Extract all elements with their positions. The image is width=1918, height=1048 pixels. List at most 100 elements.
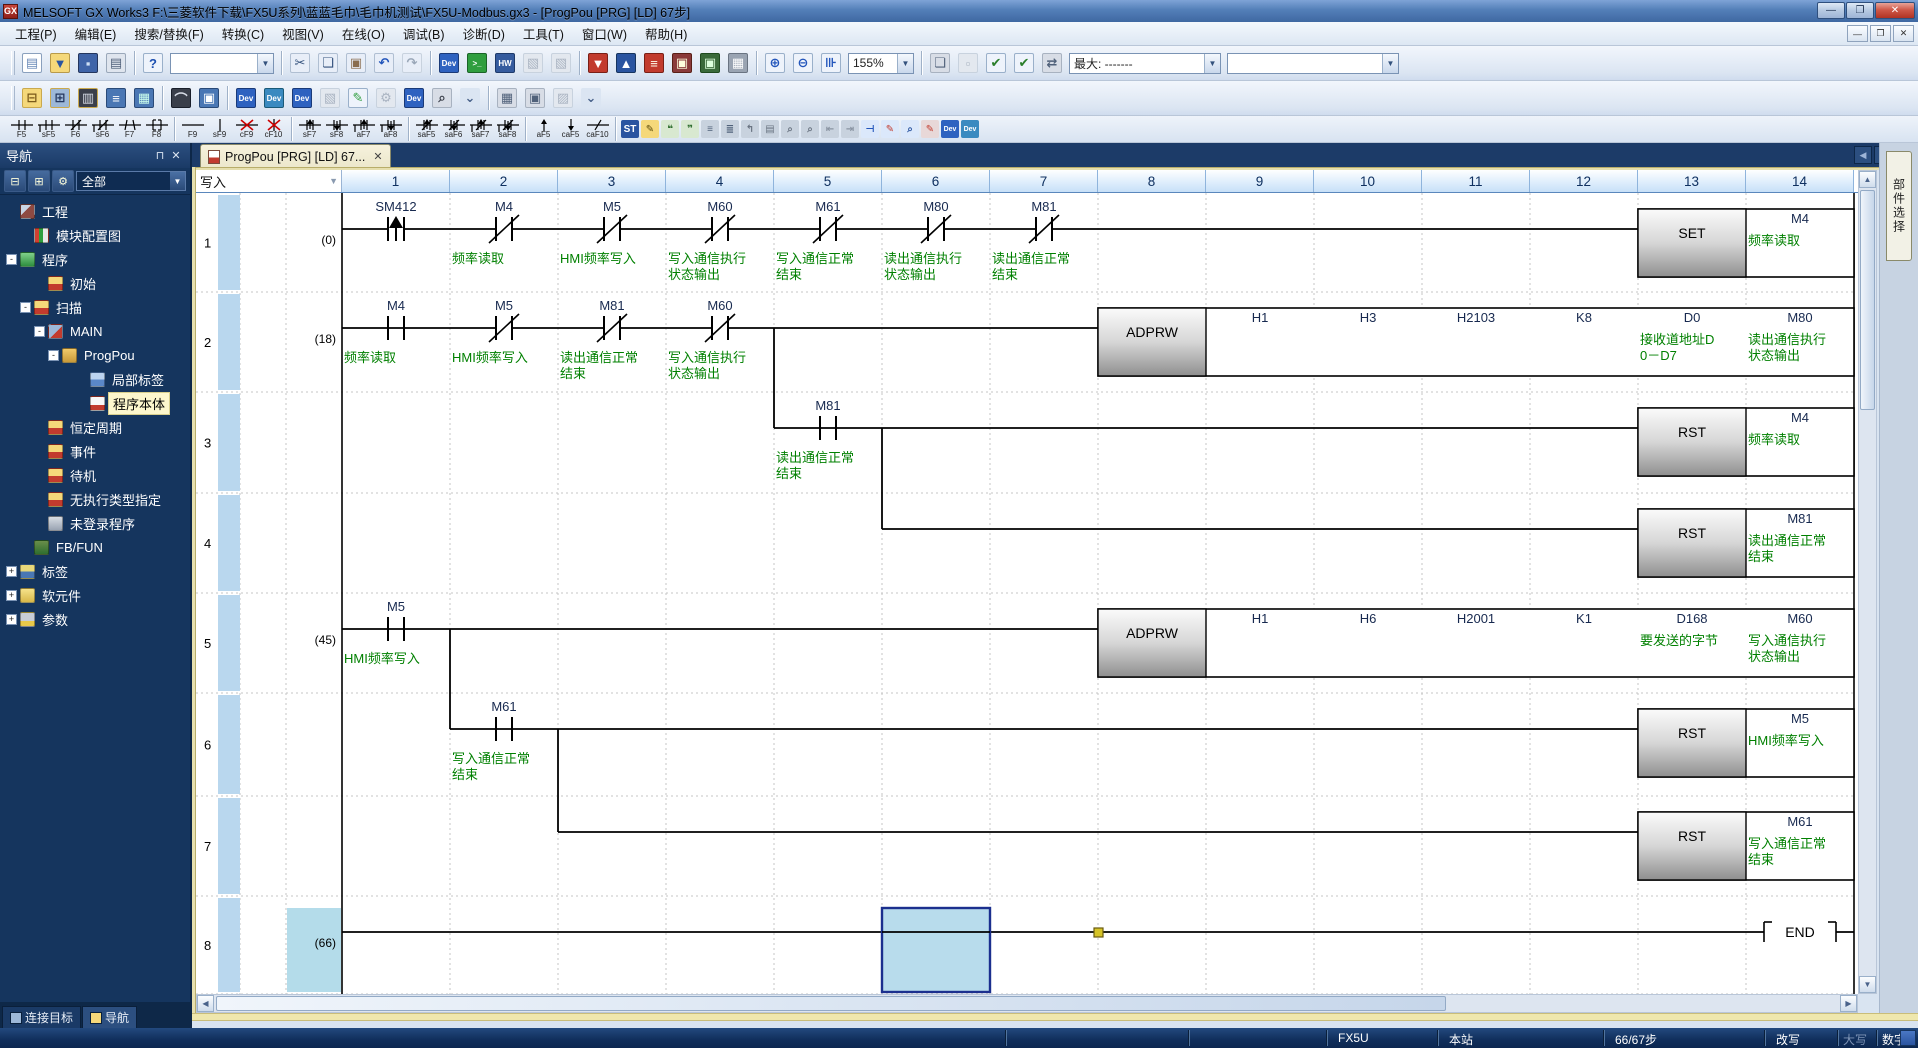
expand-icon[interactable]: + [6, 565, 17, 577]
inline-st-icon[interactable]: ST [621, 120, 639, 138]
disabled-tool-icon-1[interactable]: ▧ [520, 50, 546, 76]
mdi-minimize-button[interactable]: — [1847, 25, 1868, 42]
watch-window-icon[interactable]: ▦ [131, 85, 157, 111]
find-ladder2-icon[interactable]: ⌕ [801, 120, 819, 138]
note-list-icon[interactable]: ≣ [721, 120, 739, 138]
menu-item-4[interactable]: 转换(C) [213, 21, 273, 46]
cut-icon[interactable]: ✂ [287, 50, 313, 76]
ladder-editor[interactable]: 1 (0) 2 (18) 3 4 5 (45) 6 7 8 (66) SM412 M4 频率读取 M5 HMI频… [196, 193, 1858, 994]
close-button[interactable]: ✕ [1875, 2, 1915, 19]
coil-icon[interactable]: F7 [116, 117, 143, 141]
tree-item-待机[interactable]: 待机 [0, 463, 190, 487]
instruction-ADPRW-row5[interactable]: ADPRW H1 H6 H2001 K1 D168 要发送的字节 M60 写入通信执行状态输出 [1097, 608, 1855, 678]
mdi-close-button[interactable]: ✕ [1893, 25, 1914, 42]
program-list-icon[interactable]: ≡ [103, 85, 129, 111]
device-tree-icon[interactable]: Dev [289, 85, 315, 111]
tree-item-软元件[interactable]: + 软元件 [0, 583, 190, 607]
element-select-icon[interactable]: ⊞ [47, 85, 73, 111]
tree-collapse-icon[interactable]: ⊟ [4, 170, 26, 192]
paste-icon[interactable]: ▣ [343, 50, 369, 76]
zoom-fit-icon[interactable]: ⊪ [818, 50, 844, 76]
tab-close-icon[interactable]: ✕ [373, 150, 382, 163]
device-eye-icon[interactable]: Dev [401, 85, 427, 111]
panel-tab-连接目标[interactable]: 连接目标 [2, 1006, 82, 1028]
instruction-RST-row3[interactable]: RST M4 频率读取 [1637, 407, 1855, 477]
tree-expand-icon[interactable]: ⊞ [28, 170, 50, 192]
vertical-scroll-thumb[interactable] [1860, 190, 1875, 410]
selected-cell[interactable] [880, 906, 992, 994]
tree-item-未登录程序[interactable]: 未登录程序 [0, 511, 190, 535]
tab-element-selection[interactable]: 部件选择 [1886, 151, 1912, 261]
vertical-scrollbar[interactable]: ▲ ▼ [1858, 170, 1877, 994]
contact-M60[interactable]: M60 写入通信执行状态输出 [668, 298, 746, 381]
chevron-down-icon[interactable]: ▼ [170, 172, 185, 190]
collapse-icon[interactable]: - [6, 253, 17, 265]
instruction-RST-row6[interactable]: RST M5 HMI频率写入 [1637, 708, 1855, 778]
chevron-down-icon[interactable]: ▼ [1382, 53, 1398, 73]
contact-M5[interactable]: M5 HMI频率写入 [344, 599, 420, 666]
search-tool-icon[interactable]: ⌕ [429, 85, 455, 111]
contact-M60[interactable]: M60 写入通信执行状态输出 [668, 199, 746, 282]
application-instruction-icon[interactable]: F8 [143, 117, 170, 141]
program-doc-icon[interactable]: ▤ [761, 120, 779, 138]
contact-SM412[interactable]: SM412 [375, 199, 417, 241]
open-contact-icon[interactable]: F5 [8, 117, 35, 141]
tree-item-程序本体[interactable]: 程序本体 [0, 391, 190, 415]
instruction-RST-row4[interactable]: RST M81 读出通信正常结束 [1637, 508, 1855, 578]
falling-pulse-icon[interactable]: sF8 [323, 117, 350, 141]
scroll-down-icon[interactable]: ▼ [1859, 976, 1876, 993]
nav-window-icon[interactable]: ⊟ [19, 85, 45, 111]
menu-item-10[interactable]: 窗口(W) [573, 21, 636, 46]
chevron-down-icon[interactable]: ▼ [897, 53, 913, 73]
tree-item-参数[interactable]: + 参数 [0, 607, 190, 631]
shift-right-icon[interactable]: ⇥ [841, 120, 859, 138]
tree-item-工程[interactable]: 工程 [0, 199, 190, 223]
mini-table-icon[interactable]: ▦ [494, 85, 520, 111]
expand-icon[interactable]: + [6, 589, 17, 601]
plc-write-icon[interactable]: ▲ [613, 50, 639, 76]
close-panel-icon[interactable]: ✕ [168, 148, 184, 164]
collapse-icon[interactable]: - [20, 301, 31, 313]
hw-config-icon[interactable]: HW [492, 50, 518, 76]
close-contact-branch-icon[interactable]: sF6 [89, 117, 116, 141]
tree-item-初始[interactable]: 初始 [0, 271, 190, 295]
contact-M81[interactable]: M81 读出通信正常结束 [992, 199, 1070, 282]
max-combo[interactable]: 最大: ------- ▼ [1069, 52, 1221, 74]
plc-read-icon[interactable]: ▼ [585, 50, 611, 76]
horizontal-scroll-thumb[interactable] [216, 996, 1446, 1011]
ladder-monitor-icon[interactable]: ⌕ [901, 120, 919, 138]
collapse-icon[interactable]: - [48, 349, 59, 361]
tab-scroll-left-icon[interactable]: ◀ [1854, 146, 1872, 164]
menu-item-1[interactable]: 工程(P) [6, 21, 66, 46]
print-icon[interactable]: ▤ [103, 50, 129, 76]
convert-all-check-icon[interactable]: ✔ [1011, 50, 1037, 76]
tab-progpou[interactable]: ProgPou [PRG] [LD] 67... ✕ [200, 144, 391, 168]
monitor-stop-icon[interactable]: ▣ [697, 50, 723, 76]
device-find-blue-icon[interactable]: Dev [941, 120, 959, 138]
menu-item-11[interactable]: 帮助(H) [636, 21, 696, 46]
convert-check-icon[interactable]: ✔ [983, 50, 1009, 76]
close-contact-icon[interactable]: F6 [62, 117, 89, 141]
tree-item-ProgPou[interactable]: - ProgPou [0, 343, 190, 367]
tree-item-FB/FUN[interactable]: FB/FUN [0, 535, 190, 559]
toolbar-grip[interactable] [11, 51, 15, 75]
undo-icon[interactable]: ↶ [371, 50, 397, 76]
contact-M81[interactable]: M81 读出通信正常结束 [776, 398, 854, 481]
unit-icon[interactable]: ▥ [75, 85, 101, 111]
contact-M4[interactable]: M4 频率读取 [344, 298, 405, 365]
note-icon[interactable]: ❞ [681, 120, 699, 138]
minimize-button[interactable]: — [1817, 2, 1845, 19]
disabled-cube-icon[interactable]: ▫ [955, 50, 981, 76]
monitor-start-icon[interactable]: ▣ [669, 50, 695, 76]
edit-comment-icon[interactable]: ✎ [641, 120, 659, 138]
zoom-combo[interactable]: 155% ▼ [848, 52, 914, 74]
menu-item-9[interactable]: 工具(T) [514, 21, 573, 46]
mdi-restore-button[interactable]: ❐ [1870, 25, 1891, 42]
window-cascade-icon[interactable]: ❏ [927, 50, 953, 76]
statement-icon[interactable]: ❝ [661, 120, 679, 138]
zoom-in-icon[interactable]: ⊕ [762, 50, 788, 76]
ladder-edit-icon[interactable]: ✎ [921, 120, 939, 138]
new-file-icon[interactable]: ▤ [19, 50, 45, 76]
menu-item-2[interactable]: 编辑(E) [66, 21, 126, 46]
tree-filter-combo[interactable]: 全部 ▼ [76, 171, 186, 191]
